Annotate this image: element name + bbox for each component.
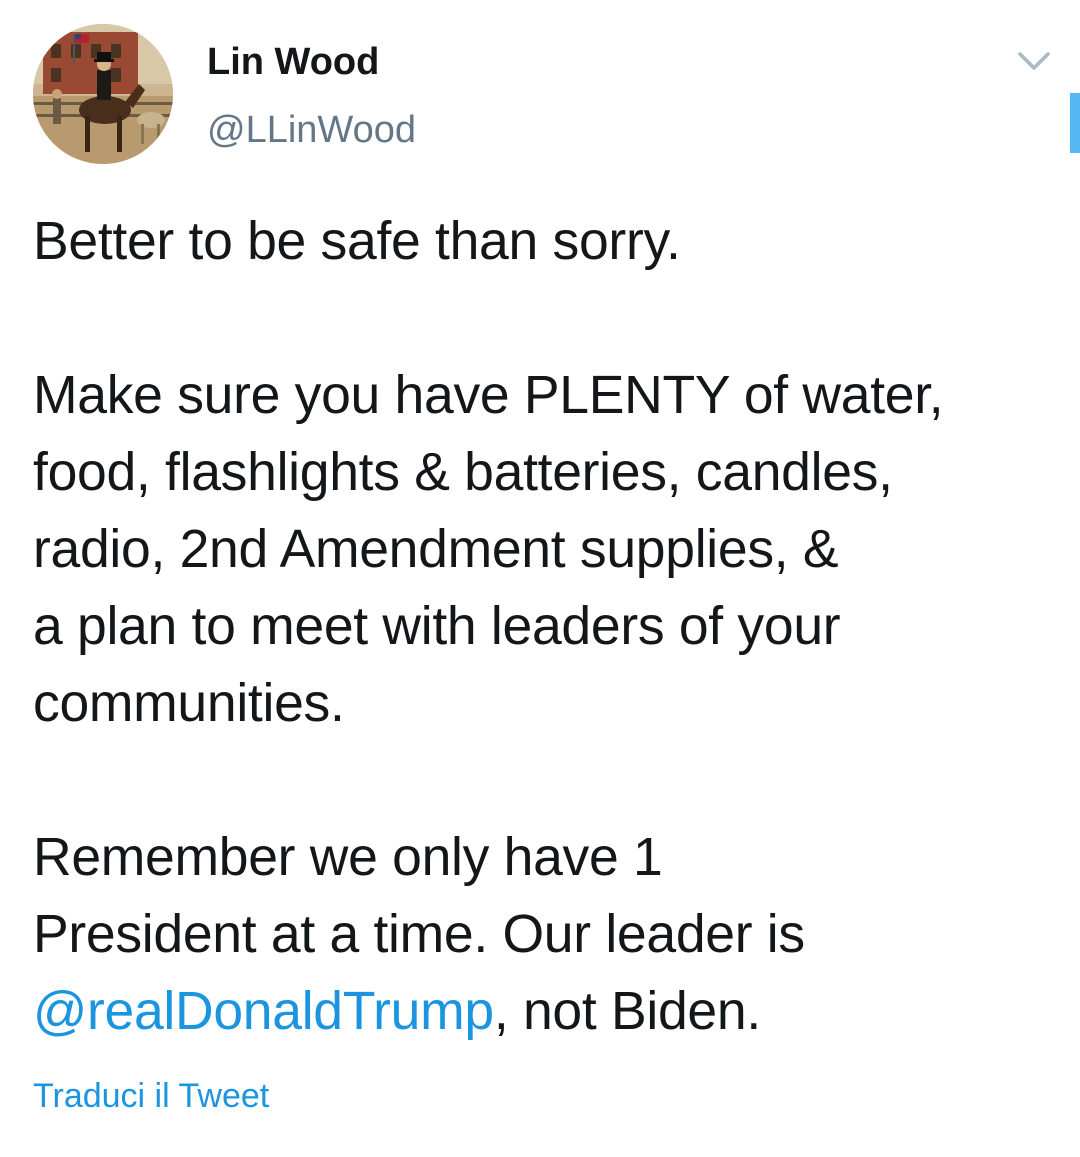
tweet-line: communities.: [33, 674, 345, 733]
avatar-horse-rider-painting-icon: [33, 24, 173, 164]
tweet-line: Make sure you have PLENTY of water,: [33, 366, 944, 425]
mention-link[interactable]: @realDonaldTrump: [33, 982, 494, 1041]
tweet-line: Remember we only have 1: [33, 828, 663, 887]
translate-tweet-link[interactable]: Traduci il Tweet: [33, 1075, 269, 1117]
author-name[interactable]: Lin Wood: [207, 40, 379, 84]
tweet-text: Better to be safe than sorry. Make sure …: [33, 203, 1063, 1050]
tweet-line: a plan to meet with leaders of your: [33, 597, 841, 656]
tweet-line: food, flashlights & batteries, candles,: [33, 443, 893, 502]
tweet-line: President at a time. Our leader is: [33, 905, 805, 964]
author-handle[interactable]: @LLinWood: [207, 108, 416, 152]
tweet-card: Lin Wood @LLinWood Better to be safe tha…: [0, 0, 1080, 1157]
tweet-line-mention: @realDonaldTrump, not Biden.: [33, 973, 1063, 1050]
tweet-line: radio, 2nd Amendment supplies, &: [33, 520, 839, 579]
author-avatar[interactable]: [33, 24, 173, 164]
tweet-line: Better to be safe than sorry.: [33, 212, 681, 271]
tweet-line-tail: , not Biden.: [493, 982, 761, 1041]
chevron-down-icon[interactable]: [1014, 46, 1054, 76]
scroll-indicator: [1070, 93, 1080, 153]
